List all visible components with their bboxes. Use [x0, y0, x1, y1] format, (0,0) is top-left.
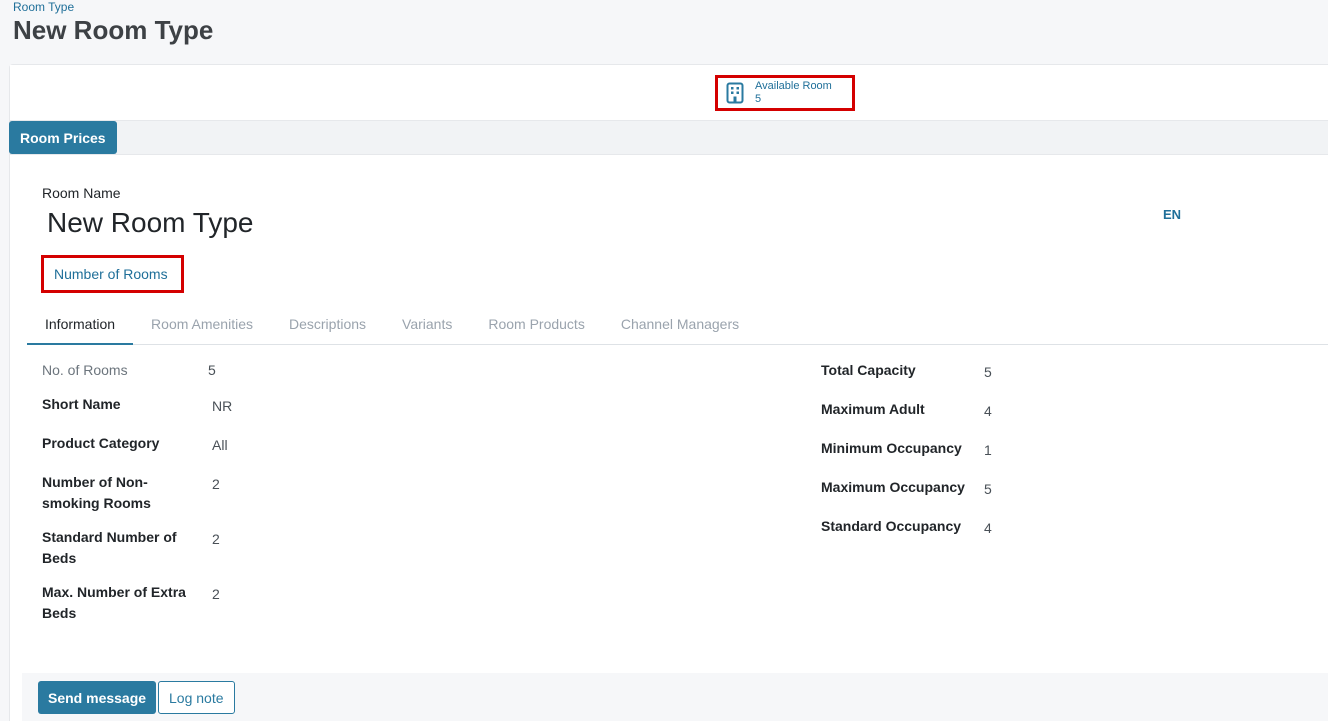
field-value-total-capacity: 5	[984, 364, 992, 380]
field-label-extra-beds: Max. Number of Extra Beds	[42, 584, 186, 621]
tab-variants[interactable]: Variants	[384, 305, 470, 345]
field-value-non-smoking-rooms[interactable]: 2	[212, 476, 220, 492]
send-message-button[interactable]: Send message	[38, 681, 157, 714]
breadcrumb[interactable]: Room Type	[13, 0, 74, 14]
field-label-minimum-occupancy: Minimum Occupancy	[821, 440, 962, 456]
available-room-label: Available Room	[755, 80, 832, 92]
button-box: Available Room 5	[10, 65, 1328, 121]
room-name-input[interactable]: New Room Type	[47, 207, 253, 239]
tab-descriptions[interactable]: Descriptions	[271, 305, 384, 345]
chatter-bar: Send message Log note	[22, 673, 1328, 721]
field-label-standard-beds: Standard Number of Beds	[42, 529, 177, 566]
available-room-button[interactable]: Available Room 5	[715, 75, 855, 111]
field-value-minimum-occupancy[interactable]: 1	[984, 442, 992, 458]
form-sheet: Available Room 5 Room Prices Room Name N…	[9, 64, 1328, 721]
field-label-product-category: Product Category	[42, 435, 160, 451]
building-icon	[726, 82, 744, 104]
field-value-maximum-adult[interactable]: 4	[984, 403, 992, 419]
number-of-rooms-link[interactable]: Number of Rooms	[41, 255, 184, 293]
statusbar: Room Prices	[9, 121, 1328, 155]
tab-room-amenities[interactable]: Room Amenities	[133, 305, 271, 345]
field-value-maximum-occupancy[interactable]: 5	[984, 481, 992, 497]
field-value-standard-occupancy[interactable]: 4	[984, 520, 992, 536]
tab-room-products[interactable]: Room Products	[470, 305, 602, 345]
field-value-product-category[interactable]: All	[212, 437, 228, 453]
field-value-extra-beds[interactable]: 2	[212, 586, 220, 602]
log-note-button[interactable]: Log note	[158, 681, 235, 714]
available-room-value: 5	[755, 93, 762, 105]
field-value-standard-beds[interactable]: 2	[212, 531, 220, 547]
room-name-label: Room Name	[42, 185, 121, 201]
room-prices-button[interactable]: Room Prices	[9, 121, 117, 154]
field-value-no-of-rooms: 5	[208, 362, 216, 378]
field-label-standard-occupancy: Standard Occupancy	[821, 518, 962, 534]
tab-channel-managers[interactable]: Channel Managers	[603, 305, 757, 345]
field-value-short-name[interactable]: NR	[212, 398, 232, 414]
field-label-short-name: Short Name	[42, 396, 121, 412]
field-label-non-smoking-rooms: Number of Non-smoking Rooms	[42, 474, 151, 511]
field-label-maximum-occupancy: Maximum Occupancy	[821, 479, 965, 495]
page-title: New Room Type	[13, 15, 214, 45]
field-label-maximum-adult: Maximum Adult	[821, 401, 925, 417]
notebook-tabs: Information Room Amenities Descriptions …	[27, 305, 1328, 345]
field-label-no-of-rooms: No. of Rooms	[42, 362, 128, 378]
tab-information[interactable]: Information	[27, 305, 134, 345]
language-button[interactable]: EN	[1163, 207, 1181, 222]
field-label-total-capacity: Total Capacity	[821, 362, 916, 378]
